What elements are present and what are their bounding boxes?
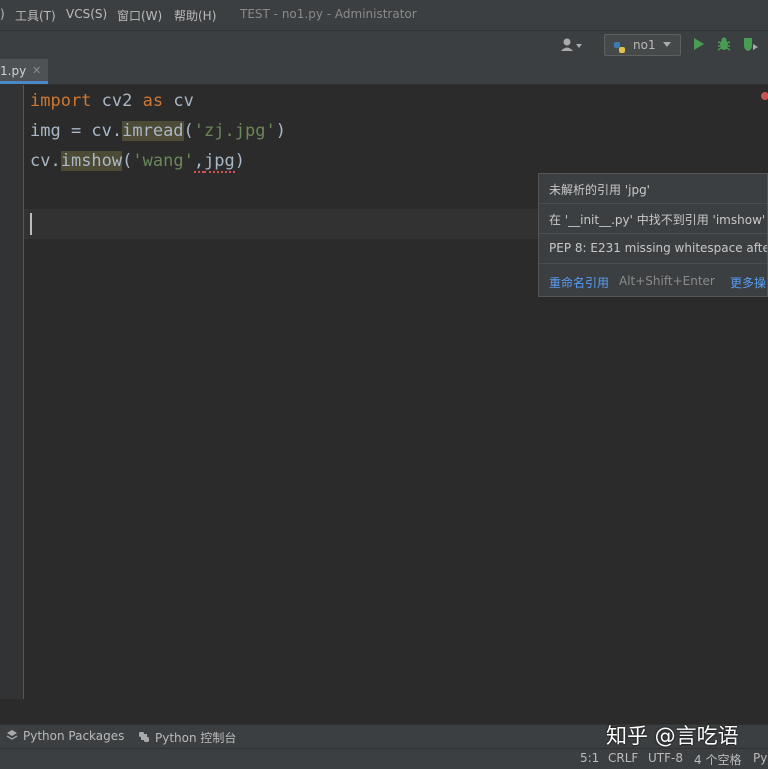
keyword-as: as [142, 91, 164, 111]
layers-icon [6, 729, 18, 741]
status-bar: 5:1 CRLF UTF-8 4 个空格 Py [0, 748, 768, 769]
popup-item-text: 在 '__init__.py' 中找不到引用 'imshow' [549, 213, 766, 227]
popup-item-unresolved[interactable]: 未解析的引用 'jpg' [539, 174, 767, 204]
popup-item-imshow[interactable]: 在 '__init__.py' 中找不到引用 'imshow' [539, 204, 767, 234]
popup-item-text: PEP 8: E231 missing whitespace after [549, 241, 768, 255]
editor-tab-bar: 1.py ✕ [0, 59, 768, 85]
code-line-2: img = cv.imread('zj.jpg') [30, 118, 286, 144]
editor-gutter [0, 85, 24, 699]
module-name: cv2 [91, 91, 143, 111]
code-prefix: img = cv. [30, 121, 123, 141]
shortcut-hint: Alt+Shift+Enter [619, 274, 715, 288]
python-console-icon [138, 731, 150, 743]
window-title: TEST - no1.py - Administrator [240, 7, 417, 21]
text-caret [30, 213, 32, 235]
interpreter-status[interactable]: Py [753, 751, 767, 765]
string-literal: 'wang' [132, 151, 194, 171]
user-icon[interactable] [560, 36, 586, 54]
menu-window[interactable]: 窗口(W) [117, 7, 162, 24]
coverage-icon[interactable] [742, 36, 760, 56]
open-paren: ( [122, 151, 133, 171]
code-line-3: cv.imshow('wang',jpg) [30, 148, 245, 174]
comma-warning: , [193, 151, 205, 173]
open-paren: ( [183, 121, 194, 141]
inspection-popup: 未解析的引用 'jpg' 在 '__init__.py' 中找不到引用 'ims… [538, 173, 768, 297]
rename-reference-link[interactable]: 重命名引用 [549, 274, 609, 291]
keyword-import: import [30, 91, 92, 111]
indent-setting[interactable]: 4 个空格 [694, 751, 741, 768]
close-paren: ) [234, 151, 246, 171]
tab-no1-py[interactable]: 1.py ✕ [0, 59, 48, 84]
function-imread: imread [122, 121, 184, 141]
run-config-select[interactable]: no1 [604, 34, 681, 56]
popup-item-text: 未解析的引用 'jpg' [549, 183, 650, 197]
code-line-1: import cv2 as cv [30, 88, 194, 114]
python-console-button[interactable]: Python 控制台 [138, 729, 236, 746]
file-encoding[interactable]: UTF-8 [648, 751, 683, 765]
menu-help[interactable]: 帮助(H) [174, 7, 216, 24]
string-literal: 'zj.jpg' [193, 121, 276, 141]
chevron-down-icon [663, 42, 671, 47]
menu-vcs[interactable]: VCS(S) [66, 7, 107, 21]
function-imshow: imshow [60, 151, 123, 171]
error-indicator-icon[interactable] [761, 92, 768, 100]
run-icon[interactable] [692, 36, 706, 56]
menu-bar: ) 工具(T) VCS(S) 窗口(W) 帮助(H) TEST - no1.py… [0, 0, 768, 30]
alias-name: cv [163, 91, 194, 111]
close-icon[interactable]: ✕ [32, 64, 41, 77]
caret-position[interactable]: 5:1 [580, 751, 599, 765]
menu-ellipsis[interactable]: ) [0, 7, 5, 21]
watermark: 知乎 @言吃语 [606, 724, 739, 748]
line-separator[interactable]: CRLF [608, 751, 638, 765]
unresolved-reference: jpg [204, 151, 235, 173]
popup-item-pep8[interactable]: PEP 8: E231 missing whitespace after [539, 234, 768, 264]
close-paren: ) [275, 121, 286, 141]
menu-tools[interactable]: 工具(T) [15, 7, 56, 24]
python-packages-button[interactable]: Python Packages [6, 729, 124, 743]
more-actions-link[interactable]: 更多操 [730, 274, 766, 291]
python-icon [613, 39, 626, 53]
debug-icon[interactable] [716, 36, 732, 56]
run-config-label: no1 [633, 38, 656, 52]
popup-actions: 重命名引用 Alt+Shift+Enter 更多操 [539, 264, 767, 296]
tab-label: 1.py [0, 64, 27, 78]
python-packages-label: Python Packages [23, 729, 125, 743]
toolbar: no1 [0, 30, 768, 60]
python-console-label: Python 控制台 [155, 731, 237, 745]
code-prefix: cv. [30, 151, 61, 171]
